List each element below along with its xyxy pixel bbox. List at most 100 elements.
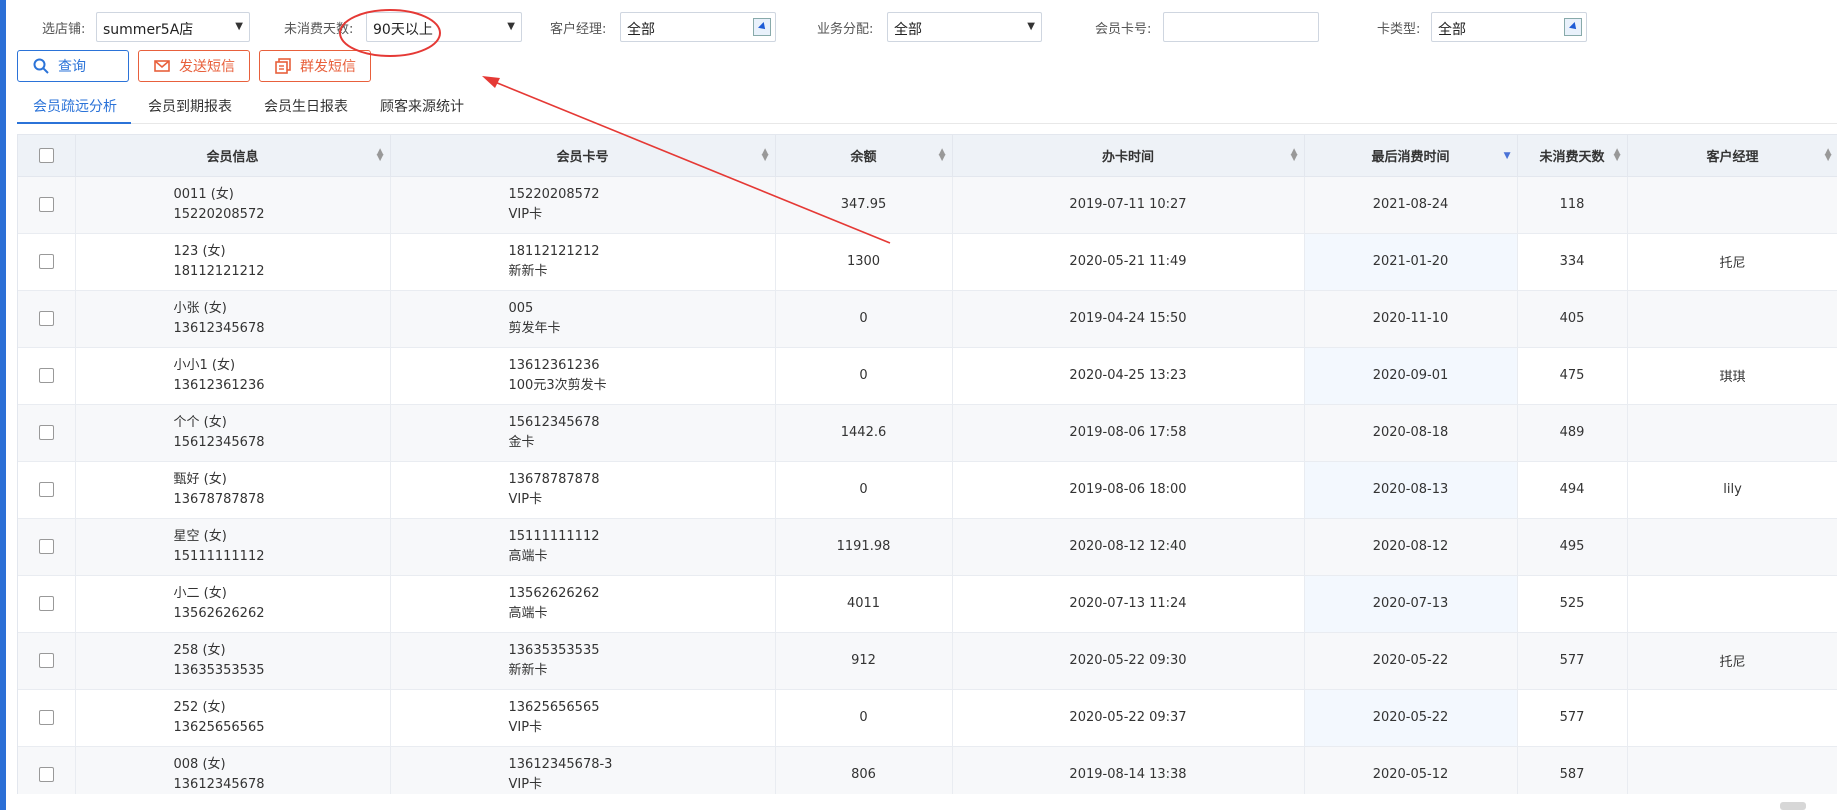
group-sms-button[interactable]: 群发短信 [259,50,371,82]
report-tabs: 会员疏远分析 会员到期报表 会员生日报表 顾客来源统计 [17,92,1837,124]
member-name: 甄好 (女) [173,471,227,487]
balance-cell: 1191.98 [775,518,953,576]
row-select-cell [18,404,76,462]
query-button-label: 查询 [58,59,86,75]
member-name: 252 (女) [173,699,226,715]
table-header-row: 会员信息 ▲ ▼ 会员卡号 ▲ ▼ 余额 ▲ ▼ 办卡时间 ▲ ▼ 最后消费时间 ▼ 未消费天数 ▲… [18,135,1837,177]
table-row[interactable]: 小张 (女) 13612345678 005 剪发年卡 0 2019-04-24 15:5… [18,290,1837,348]
member-info-cell: 258 (女) 13635353535 [75,632,391,690]
member-name: 个个 (女) [173,414,227,430]
table-row[interactable]: 008 (女) 13612345678 13612345678-3 VIP卡 806 20… [18,746,1837,794]
member-phone: 13612345678 [173,776,265,792]
query-button[interactable]: 查询 [17,50,129,82]
idle-days-cell: 494 [1517,461,1628,519]
row-checkbox[interactable] [38,653,54,668]
card-number: 13612345678-3 [508,756,613,772]
idle-days-cell: 489 [1517,404,1628,462]
card-type-select[interactable]: 全部 [1431,12,1587,42]
card-number: 13612361236 [508,357,600,373]
col-open-time[interactable]: 办卡时间 ▲ ▼ [952,135,1305,177]
table-row[interactable]: 个个 (女) 15612345678 15612345678 金卡 1442.6 2019… [18,404,1837,462]
row-checkbox[interactable] [38,311,54,326]
table-row[interactable]: 258 (女) 13635353535 13635353535 新新卡 912 2020-… [18,632,1837,690]
col-idle-days[interactable]: 未消费天数 ▲ ▼ [1517,135,1628,177]
row-checkbox[interactable] [38,425,54,440]
row-checkbox[interactable] [38,482,54,497]
card-type: 剪发年卡 [508,320,561,336]
table-row[interactable]: 123 (女) 18112121212 18112121212 新新卡 1300 2020… [18,233,1837,291]
sort-icon[interactable]: ▲ ▼ [377,148,384,163]
manager-label: 客户经理: [550,22,607,37]
sort-desc-icon[interactable]: ▼ [1504,152,1511,161]
card-number: 15612345678 [508,414,600,430]
send-sms-button[interactable]: 发送短信 [138,50,250,82]
card-cell: 13612361236 100元3次剪发卡 [390,347,776,405]
balance-cell: 0 [775,689,953,747]
table-row[interactable]: 小小1 (女) 13612361236 13612361236 100元3次剪发卡 0 2… [18,347,1837,405]
row-checkbox[interactable] [38,197,54,212]
open-time-cell: 2019-07-11 10:27 [952,176,1305,234]
table-row[interactable]: 星空 (女) 15111111112 15111111112 高端卡 1191.98 20… [18,518,1837,576]
member-name: 008 (女) [173,756,226,772]
col-balance[interactable]: 余额 ▲ ▼ [775,135,953,177]
chevron-down-icon: ▼ [507,21,515,32]
picker-icon[interactable] [753,18,771,36]
card-type: 高端卡 [508,605,548,621]
row-checkbox[interactable] [38,710,54,725]
member-phone: 15220208572 [173,206,265,222]
card-type: 金卡 [508,434,535,450]
row-checkbox[interactable] [38,767,54,782]
card-cell: 13562626262 高端卡 [390,575,776,633]
table-row[interactable]: 小二 (女) 13562626262 13562626262 高端卡 4011 2020-… [18,575,1837,633]
last-consume-cell: 2020-07-13 [1304,575,1518,633]
table-row[interactable]: 252 (女) 13625656565 13625656565 VIP卡 0 2020-0… [18,689,1837,747]
member-info-cell: 甄好 (女) 13678787878 [75,461,391,519]
sort-icon[interactable]: ▲ ▼ [762,148,769,163]
last-consume-cell: 2020-09-01 [1304,347,1518,405]
card-number: 005 [508,300,534,316]
manager-select[interactable]: 全部 [620,12,776,42]
tab-member-birthday[interactable]: 会员生日报表 [264,92,348,124]
col-card-no[interactable]: 会员卡号 ▲ ▼ [390,135,776,177]
picker-icon[interactable] [1564,18,1582,36]
store-select[interactable]: summer5A店 ▼ [96,12,250,42]
card-no-input[interactable] [1163,12,1319,42]
idle-days-cell: 525 [1517,575,1628,633]
select-all-checkbox[interactable] [38,147,54,163]
open-time-cell: 2020-05-21 11:49 [952,233,1305,291]
row-checkbox[interactable] [38,596,54,611]
row-checkbox[interactable] [38,368,54,383]
row-checkbox[interactable] [38,539,54,554]
table-row[interactable]: 甄好 (女) 13678787878 13678787878 VIP卡 0 2019-08… [18,461,1837,519]
card-number: 15220208572 [508,186,600,202]
tab-member-alienation[interactable]: 会员疏远分析 [17,92,131,124]
col-manager[interactable]: 客户经理 ▲ ▼ [1627,135,1837,177]
card-type: VIP卡 [508,719,543,735]
col-last-consume[interactable]: 最后消费时间 ▼ [1304,135,1518,177]
business-label: 业务分配: [817,22,874,37]
tab-customer-source[interactable]: 顾客来源统计 [380,92,464,124]
last-consume-cell: 2020-05-12 [1304,746,1518,794]
sort-icon[interactable]: ▲ ▼ [1825,148,1832,163]
card-type: VIP卡 [508,206,543,222]
member-info-cell: 123 (女) 18112121212 [75,233,391,291]
manager-cell [1627,518,1837,576]
days-select[interactable]: 90天以上 ▼ [366,12,522,42]
horizontal-scrollbar-thumb[interactable] [1780,802,1806,810]
sort-icon[interactable]: ▲ ▼ [1614,148,1621,163]
card-type: VIP卡 [508,491,543,507]
member-info-cell: 个个 (女) 15612345678 [75,404,391,462]
idle-days-cell: 118 [1517,176,1628,234]
store-select-value: summer5A店 [103,22,194,38]
col-member-info[interactable]: 会员信息 ▲ ▼ [75,135,391,177]
business-select-value: 全部 [894,22,922,38]
sort-icon[interactable]: ▲ ▼ [939,148,946,163]
message-stack-icon [274,57,292,75]
row-checkbox[interactable] [38,254,54,269]
tab-member-expiry[interactable]: 会员到期报表 [148,92,232,124]
member-phone: 13625656565 [173,719,265,735]
table-row[interactable]: 0011 (女) 15220208572 15220208572 VIP卡 347.95… [18,176,1837,234]
card-number: 13678787878 [508,471,600,487]
sort-icon[interactable]: ▲ ▼ [1291,148,1298,163]
business-select[interactable]: 全部 ▼ [887,12,1042,42]
